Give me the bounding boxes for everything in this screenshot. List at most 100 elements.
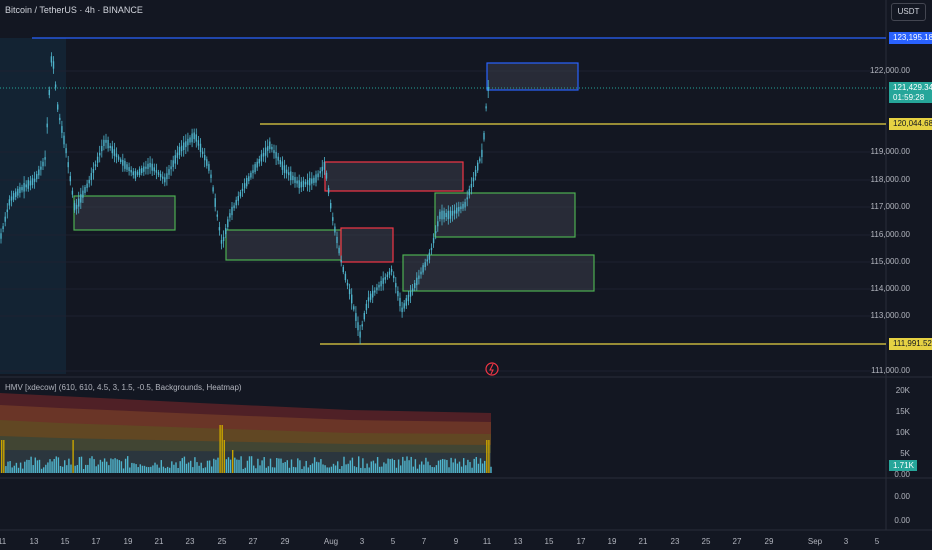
volume-bar — [479, 458, 482, 473]
candle-body — [78, 198, 80, 207]
candle-body — [487, 86, 489, 92]
candle-body — [384, 277, 386, 280]
price-tick: 114,000.00 — [870, 284, 910, 293]
candle-body — [124, 160, 126, 169]
volume-bar — [187, 462, 190, 473]
candle-body — [220, 240, 223, 244]
target-zone[interactable] — [486, 62, 579, 91]
time-tick: Aug — [323, 537, 339, 546]
candle-body — [330, 203, 332, 209]
volume-bar — [366, 463, 368, 473]
volume-bar — [299, 460, 301, 473]
candle-body — [149, 162, 151, 168]
volume-bar — [190, 460, 192, 473]
candle-body — [65, 148, 67, 154]
volume-bar — [72, 440, 74, 473]
volume-bar — [13, 465, 15, 473]
candle-body — [445, 212, 447, 218]
candle-body — [4, 216, 6, 222]
candle-body — [262, 152, 265, 157]
candle-body — [189, 137, 191, 143]
volume-bar — [49, 459, 51, 473]
volume-bar — [116, 459, 118, 473]
candle-body — [304, 181, 307, 185]
candle-body — [12, 193, 15, 200]
candle-body — [344, 273, 347, 281]
currency-button[interactable]: USDT — [891, 3, 926, 21]
volume-bar — [481, 463, 484, 473]
supply-zone[interactable] — [324, 161, 464, 192]
volume-bar — [232, 450, 234, 473]
volume-bar — [488, 440, 490, 473]
time-tick: 19 — [607, 537, 617, 546]
candle-body — [437, 221, 439, 227]
volume-bar — [152, 465, 154, 473]
candle-body — [279, 160, 281, 165]
candle-body — [48, 89, 50, 96]
price-tick: 118,000.00 — [870, 175, 910, 184]
candle-body — [472, 177, 475, 182]
demand-zone[interactable] — [73, 195, 176, 231]
candle-body — [159, 173, 162, 178]
volume-bar — [166, 466, 169, 473]
candle-body — [197, 140, 200, 146]
candle-body — [374, 290, 376, 293]
candle-body — [399, 297, 401, 307]
candle-body — [117, 156, 120, 160]
volume-bar — [469, 462, 471, 473]
candle-body — [105, 139, 107, 143]
volume-bar — [431, 466, 433, 473]
volume-bar — [160, 460, 162, 473]
volume-bar — [242, 468, 244, 473]
volume-bar — [370, 461, 372, 473]
demand-zone[interactable] — [225, 229, 342, 261]
candle-body — [449, 210, 452, 219]
symbol-title[interactable]: Bitcoin / TetherUS · 4h · BINANCE — [5, 5, 143, 15]
time-tick: 15 — [60, 537, 70, 546]
candle-body — [418, 275, 420, 279]
demand-zone[interactable] — [434, 192, 576, 238]
volume-bar — [274, 467, 276, 473]
candle-body — [317, 173, 319, 178]
volume-bar — [460, 466, 463, 473]
volume-bar — [381, 466, 383, 473]
lower-pane-tick: 0.00 — [894, 470, 910, 479]
candle-body — [321, 166, 323, 172]
demand-zone[interactable] — [402, 254, 595, 292]
candle-body — [296, 180, 298, 184]
chart-canvas[interactable] — [0, 0, 932, 550]
candle-body — [353, 306, 355, 310]
time-tick: 3 — [843, 537, 849, 546]
volume-bar — [358, 456, 360, 473]
volume-bar — [295, 467, 297, 473]
volume-bar — [400, 465, 402, 473]
candle-body — [151, 163, 153, 171]
volume-bar — [261, 460, 263, 473]
candle-body — [464, 201, 466, 208]
volume-bar — [418, 464, 421, 473]
price-tick: 117,000.00 — [870, 202, 910, 211]
candle-body — [378, 285, 380, 288]
indicator-label[interactable]: HMV [xdecow] (610, 610, 4.5, 3, 1.5, -0.… — [5, 383, 242, 392]
supply-zone[interactable] — [340, 227, 394, 263]
volume-bar — [490, 466, 492, 473]
candle-body — [23, 182, 25, 192]
volume-bar — [204, 467, 207, 473]
candle-body — [397, 290, 399, 297]
volume-bar — [465, 465, 467, 473]
volume-bar — [473, 458, 475, 473]
lightning-icon[interactable] — [485, 362, 499, 376]
candle-body — [357, 322, 359, 331]
time-tick: Sep — [807, 537, 823, 546]
candle-body — [376, 287, 378, 291]
volume-bar — [316, 461, 318, 473]
volume-bar — [148, 467, 150, 473]
candle-body — [227, 219, 229, 228]
candle-body — [474, 169, 477, 177]
candle-body — [416, 277, 418, 286]
candle-body — [134, 170, 137, 179]
volume-bar — [129, 467, 131, 473]
candle-body — [294, 177, 296, 183]
volume-bar — [376, 457, 379, 473]
volume-bar — [85, 464, 87, 473]
